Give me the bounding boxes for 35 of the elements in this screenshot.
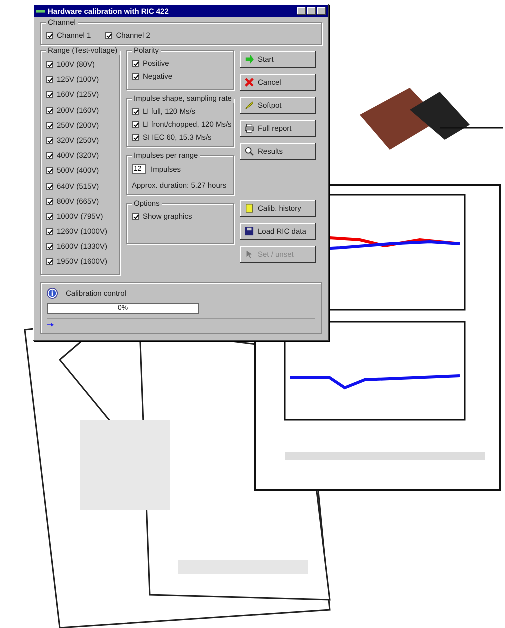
checkbox[interactable]	[46, 32, 53, 39]
checkbox[interactable]	[105, 32, 112, 39]
cross-icon	[245, 78, 254, 87]
printer-icon	[245, 124, 254, 133]
checkbox[interactable]	[46, 106, 53, 114]
close-button[interactable]	[317, 7, 326, 15]
checkbox[interactable]	[46, 212, 53, 220]
arrow-icon	[245, 55, 254, 64]
maximize-button[interactable]	[307, 7, 316, 15]
checkbox[interactable]	[46, 152, 53, 160]
checkbox[interactable]	[46, 136, 53, 144]
minimize-button[interactable]	[297, 7, 306, 15]
document-icon	[245, 204, 254, 213]
window-icon	[36, 8, 45, 14]
checkbox[interactable]	[46, 91, 53, 98]
arrow-icon	[47, 323, 54, 328]
checkbox[interactable]	[46, 198, 53, 205]
pointer-icon	[245, 250, 254, 259]
checkbox[interactable]	[46, 258, 53, 266]
checkbox[interactable]	[132, 73, 139, 80]
magnifier-icon	[245, 147, 254, 156]
checkbox[interactable]	[46, 122, 53, 129]
checkbox[interactable]	[46, 182, 53, 190]
checkbox[interactable]	[46, 61, 53, 68]
checkbox[interactable]	[132, 213, 139, 220]
checkbox[interactable]	[46, 228, 53, 236]
checkbox[interactable]	[132, 60, 139, 67]
checkbox[interactable]	[46, 243, 53, 250]
checkbox[interactable]	[132, 134, 139, 141]
checkbox[interactable]	[46, 167, 53, 174]
checkbox[interactable]	[132, 121, 139, 128]
pencil-icon	[245, 101, 254, 110]
checkbox[interactable]	[46, 76, 53, 84]
checkbox[interactable]	[132, 108, 139, 115]
info-icon	[47, 288, 58, 300]
